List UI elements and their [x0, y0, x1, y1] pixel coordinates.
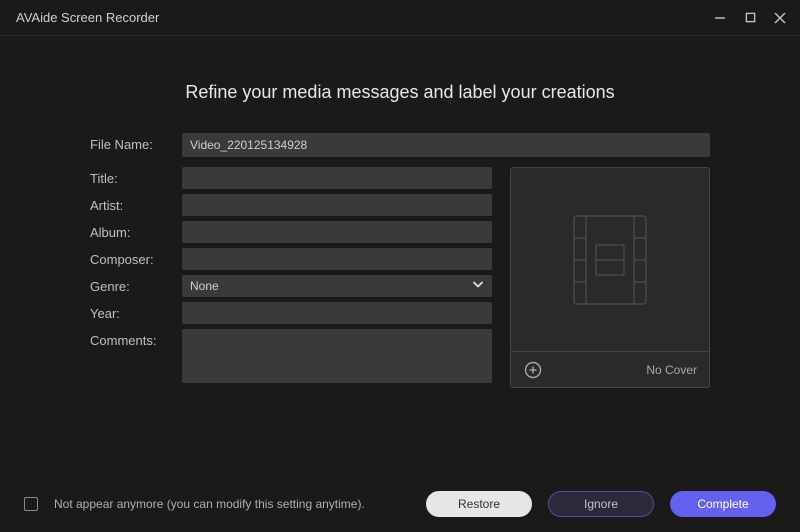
filename-input[interactable]	[182, 133, 710, 157]
cover-preview	[511, 168, 709, 351]
comments-row: Comments:	[90, 329, 492, 383]
composer-row: Composer:	[90, 248, 492, 270]
no-cover-label: No Cover	[646, 363, 697, 377]
year-row: Year:	[90, 302, 492, 324]
complete-button[interactable]: Complete	[670, 491, 776, 517]
genre-row: Genre:	[90, 275, 492, 297]
filename-label: File Name:	[90, 133, 182, 152]
year-label: Year:	[90, 302, 182, 321]
not-appear-label: Not appear anymore (you can modify this …	[54, 497, 410, 511]
composer-input[interactable]	[182, 248, 492, 270]
comments-input[interactable]	[182, 329, 492, 383]
not-appear-checkbox[interactable]	[24, 497, 38, 511]
album-label: Album:	[90, 221, 182, 240]
close-icon[interactable]	[772, 10, 788, 26]
album-input[interactable]	[182, 221, 492, 243]
window-title: AVAide Screen Recorder	[16, 10, 159, 25]
album-row: Album:	[90, 221, 492, 243]
minimize-icon[interactable]	[712, 10, 728, 26]
genre-value[interactable]	[182, 275, 492, 297]
cover-footer: No Cover	[511, 351, 709, 387]
film-strip-icon	[566, 210, 654, 310]
comments-label: Comments:	[90, 329, 182, 348]
footer: Not appear anymore (you can modify this …	[0, 476, 800, 532]
maximize-icon[interactable]	[742, 10, 758, 26]
genre-label: Genre:	[90, 275, 182, 294]
metadata-fields: Title: Artist: Album: Composer: Genre:	[90, 167, 492, 388]
year-input[interactable]	[182, 302, 492, 324]
titlebar: AVAide Screen Recorder	[0, 0, 800, 36]
artist-input[interactable]	[182, 194, 492, 216]
artist-row: Artist:	[90, 194, 492, 216]
title-input[interactable]	[182, 167, 492, 189]
cover-panel: No Cover	[510, 167, 710, 388]
genre-select[interactable]	[182, 275, 492, 297]
composer-label: Composer:	[90, 248, 182, 267]
window-controls	[712, 10, 788, 26]
filename-row: File Name:	[90, 133, 710, 157]
add-cover-button[interactable]	[523, 360, 543, 380]
restore-button[interactable]: Restore	[426, 491, 532, 517]
artist-label: Artist:	[90, 194, 182, 213]
title-label: Title:	[90, 167, 182, 186]
page-heading: Refine your media messages and label you…	[90, 82, 710, 103]
title-row: Title:	[90, 167, 492, 189]
content-area: Refine your media messages and label you…	[0, 36, 800, 388]
ignore-button[interactable]: Ignore	[548, 491, 654, 517]
